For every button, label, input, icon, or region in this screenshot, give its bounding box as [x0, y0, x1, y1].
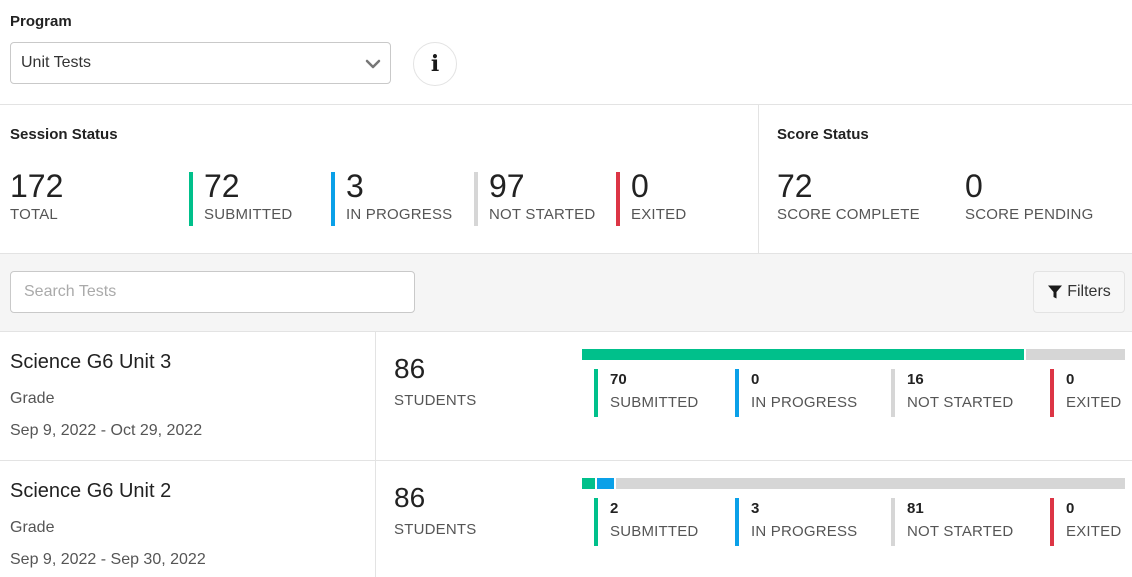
status-section: Session Status 172 TOTAL 72 SUBMITTED 3 … — [0, 105, 1132, 254]
row-not-started-label: NOT STARTED — [907, 394, 1014, 411]
search-toolbar: Filters — [0, 254, 1132, 332]
filter-icon — [1048, 285, 1063, 299]
row-not-started-value: 81 — [907, 500, 924, 517]
stat-total-label: TOTAL — [10, 206, 58, 223]
progress-not-started-segment — [1023, 349, 1125, 360]
filters-button[interactable]: Filters — [1033, 271, 1125, 313]
program-select-value: Unit Tests — [21, 54, 91, 71]
stat-total-value: 172 — [10, 168, 64, 204]
row-exited-value: 0 — [1066, 500, 1075, 517]
stat-score-pending-label: SCORE PENDING — [965, 206, 1094, 223]
in-progress-indicator — [735, 498, 739, 546]
stat-total: 172 TOTAL — [10, 169, 170, 227]
info-icon: i — [430, 51, 440, 77]
not-started-indicator — [474, 172, 478, 226]
stat-submitted-label: SUBMITTED — [204, 206, 293, 223]
progress-in-progress-segment — [594, 478, 614, 489]
test-row[interactable]: Science G6 Unit 3 Grade Sep 9, 2022 - Oc… — [0, 332, 1132, 461]
stat-in-progress-value: 3 — [346, 168, 364, 204]
test-dates: Sep 9, 2022 - Oct 29, 2022 — [10, 422, 203, 439]
row-in-progress-value: 0 — [751, 371, 760, 388]
stat-score-pending: 0 SCORE PENDING — [965, 169, 1125, 227]
status-divider — [758, 105, 759, 253]
row-not-started-value: 16 — [907, 371, 924, 388]
info-button[interactable]: i — [413, 42, 457, 86]
row-divider — [375, 332, 376, 460]
progress-submitted-segment — [582, 478, 595, 489]
stat-score-complete: 72 SCORE COMPLETE — [777, 169, 947, 227]
test-name: Science G6 Unit 2 — [10, 480, 172, 502]
stat-in-progress-label: IN PROGRESS — [346, 206, 453, 223]
row-divider — [375, 461, 376, 577]
row-submitted-value: 70 — [610, 371, 627, 388]
not-started-indicator — [891, 498, 895, 546]
session-status-title: Session Status — [10, 126, 118, 143]
test-student-label: STUDENTS — [394, 392, 477, 409]
test-student-count: 86 — [394, 482, 426, 513]
in-progress-indicator — [331, 172, 335, 226]
row-in-progress-label: IN PROGRESS — [751, 394, 858, 411]
test-name: Science G6 Unit 3 — [10, 351, 172, 373]
exited-indicator — [1050, 498, 1054, 546]
row-submitted-label: SUBMITTED — [610, 523, 699, 540]
row-submitted-label: SUBMITTED — [610, 394, 699, 411]
test-grade: Grade — [10, 519, 55, 536]
test-row[interactable]: Science G6 Unit 2 Grade Sep 9, 2022 - Se… — [0, 461, 1132, 577]
submitted-indicator — [594, 498, 598, 546]
row-submitted-value: 2 — [610, 500, 619, 517]
stat-exited: 0 EXITED — [616, 169, 736, 227]
stat-not-started: 97 NOT STARTED — [474, 169, 604, 227]
stat-score-complete-value: 72 — [777, 168, 813, 204]
submitted-indicator — [594, 369, 598, 417]
test-grade: Grade — [10, 390, 55, 407]
stat-not-started-value: 97 — [489, 168, 525, 204]
program-section: Program Unit Tests i — [0, 0, 1132, 105]
stat-submitted-value: 72 — [204, 168, 240, 204]
stat-exited-value: 0 — [631, 168, 649, 204]
test-student-count: 86 — [394, 353, 426, 384]
test-progress-bar — [582, 478, 1125, 489]
row-exited-value: 0 — [1066, 371, 1075, 388]
in-progress-indicator — [735, 369, 739, 417]
exited-indicator — [616, 172, 620, 226]
row-exited-label: EXITED — [1066, 394, 1122, 411]
test-progress-bar — [582, 349, 1125, 360]
progress-not-started-segment — [613, 478, 1125, 489]
progress-submitted-segment — [582, 349, 1024, 360]
stat-score-complete-label: SCORE COMPLETE — [777, 206, 920, 223]
score-status-title: Score Status — [777, 126, 869, 143]
stat-submitted: 72 SUBMITTED — [189, 169, 319, 227]
row-not-started-label: NOT STARTED — [907, 523, 1014, 540]
chevron-down-icon — [365, 59, 381, 69]
filters-label: Filters — [1067, 283, 1111, 300]
test-student-label: STUDENTS — [394, 521, 477, 538]
submitted-indicator — [189, 172, 193, 226]
row-exited-label: EXITED — [1066, 523, 1122, 540]
test-dates: Sep 9, 2022 - Sep 30, 2022 — [10, 551, 206, 568]
row-in-progress-label: IN PROGRESS — [751, 523, 858, 540]
row-in-progress-value: 3 — [751, 500, 760, 517]
stat-exited-label: EXITED — [631, 206, 687, 223]
program-label: Program — [10, 13, 72, 30]
stat-in-progress: 3 IN PROGRESS — [331, 169, 461, 227]
stat-score-pending-value: 0 — [965, 168, 983, 204]
search-input[interactable] — [10, 271, 415, 313]
exited-indicator — [1050, 369, 1054, 417]
not-started-indicator — [891, 369, 895, 417]
stat-not-started-label: NOT STARTED — [489, 206, 596, 223]
program-select[interactable]: Unit Tests — [10, 42, 391, 84]
